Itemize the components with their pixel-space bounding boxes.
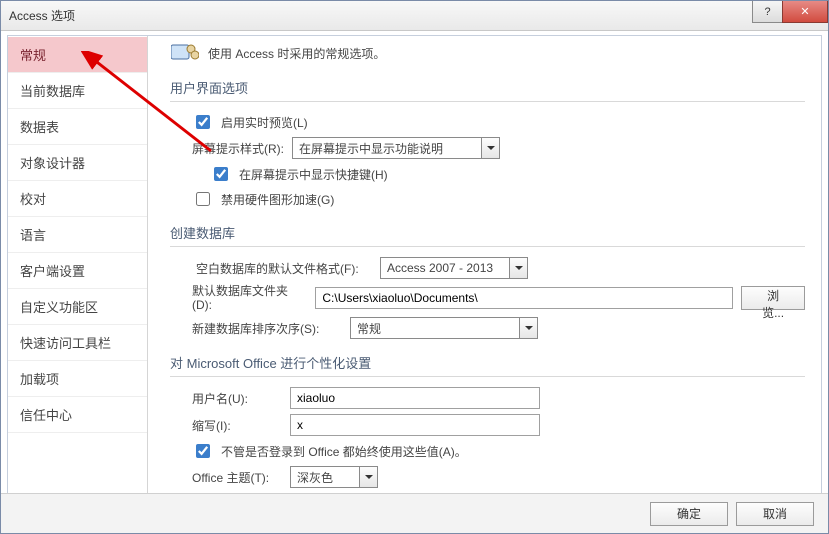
page-description: 使用 Access 时采用的常规选项。 — [208, 45, 385, 62]
show-shortcut-checkbox[interactable] — [214, 167, 228, 181]
help-button[interactable]: ? — [752, 1, 782, 23]
row-default-folder: 默认数据库文件夹(D): 浏览... — [192, 284, 805, 312]
sidebar-item-label: 常规 — [20, 48, 46, 63]
sidebar-item-label: 语言 — [20, 228, 46, 243]
close-button[interactable]: ✕ — [782, 1, 828, 23]
sidebar-item-label: 对象设计器 — [20, 156, 85, 171]
initials-input[interactable] — [290, 414, 540, 436]
row-show-shortcut: 在屏幕提示中显示快捷键(H) — [210, 164, 805, 184]
access-options-window: Access 选项 ? ✕ 常规 当前数据库 数据表 对象设计器 校对 语言 客… — [0, 0, 829, 534]
sidebar: 常规 当前数据库 数据表 对象设计器 校对 语言 客户端设置 自定义功能区 快速… — [8, 36, 148, 496]
cancel-button[interactable]: 取消 — [736, 502, 814, 526]
always-use-label: 不管是否登录到 Office 都始终使用这些值(A)。 — [221, 443, 467, 460]
sidebar-item-label: 加载项 — [20, 372, 59, 387]
sort-order-value: 常规 — [350, 317, 520, 339]
row-disable-hw-gfx: 禁用硬件图形加速(G) — [192, 189, 805, 209]
close-icon: ✕ — [800, 5, 809, 18]
office-theme-select[interactable]: 深灰色 — [290, 466, 378, 488]
row-office-theme: Office 主题(T): 深灰色 — [192, 466, 805, 488]
row-sort-order: 新建数据库排序次序(S): 常规 — [192, 317, 805, 339]
row-default-format: 空白数据库的默认文件格式(F): Access 2007 - 2013 — [192, 257, 805, 279]
sidebar-item-datasheet[interactable]: 数据表 — [8, 109, 147, 145]
page-icon — [170, 42, 200, 64]
content-pane: 使用 Access 时采用的常规选项。 用户界面选项 启用实时预览(L) 屏幕提… — [148, 36, 821, 496]
disable-hw-gfx-checkbox[interactable] — [196, 192, 210, 206]
help-icon: ? — [764, 6, 770, 18]
chevron-down-icon — [520, 317, 538, 339]
browse-button[interactable]: 浏览... — [741, 286, 805, 310]
sidebar-item-label: 信任中心 — [20, 408, 72, 423]
section-title-createdb: 创建数据库 — [170, 223, 805, 242]
row-initials: 缩写(I): — [192, 414, 805, 436]
sidebar-item-label: 数据表 — [20, 120, 59, 135]
window-title: Access 选项 — [9, 7, 75, 24]
default-format-select[interactable]: Access 2007 - 2013 — [380, 257, 528, 279]
row-screen-tip-style: 屏幕提示样式(R): 在屏幕提示中显示功能说明 — [192, 137, 805, 159]
sidebar-item-addins[interactable]: 加载项 — [8, 361, 147, 397]
section-title-personalize: 对 Microsoft Office 进行个性化设置 — [170, 353, 805, 372]
always-use-checkbox[interactable] — [196, 444, 210, 458]
sidebar-item-label: 当前数据库 — [20, 84, 85, 99]
sidebar-item-trust-center[interactable]: 信任中心 — [8, 397, 147, 433]
chevron-down-icon — [510, 257, 528, 279]
default-folder-input[interactable] — [315, 287, 733, 309]
divider — [170, 101, 805, 102]
sidebar-item-general[interactable]: 常规 — [8, 37, 147, 73]
dialog-footer: 确定 取消 — [1, 493, 828, 533]
row-always-use: 不管是否登录到 Office 都始终使用这些值(A)。 — [192, 441, 805, 461]
sidebar-item-label: 客户端设置 — [20, 264, 85, 279]
sidebar-item-client-settings[interactable]: 客户端设置 — [8, 253, 147, 289]
username-label: 用户名(U): — [192, 390, 282, 407]
initials-label: 缩写(I): — [192, 417, 282, 434]
ok-button[interactable]: 确定 — [650, 502, 728, 526]
sort-order-select[interactable]: 常规 — [350, 317, 538, 339]
office-theme-value: 深灰色 — [290, 466, 360, 488]
screen-tip-style-select[interactable]: 在屏幕提示中显示功能说明 — [292, 137, 500, 159]
default-format-label: 空白数据库的默认文件格式(F): — [192, 260, 372, 277]
divider — [170, 246, 805, 247]
sidebar-item-label: 快速访问工具栏 — [20, 336, 111, 351]
sidebar-item-current-db[interactable]: 当前数据库 — [8, 73, 147, 109]
sidebar-item-object-designer[interactable]: 对象设计器 — [8, 145, 147, 181]
row-realtime-preview: 启用实时预览(L) — [192, 112, 805, 132]
sidebar-item-label: 自定义功能区 — [20, 300, 98, 315]
divider — [170, 376, 805, 377]
window-buttons: ? ✕ — [752, 1, 828, 23]
sidebar-item-quick-access[interactable]: 快速访问工具栏 — [8, 325, 147, 361]
sidebar-item-language[interactable]: 语言 — [8, 217, 147, 253]
sidebar-item-proofing[interactable]: 校对 — [8, 181, 147, 217]
sidebar-item-custom-ribbon[interactable]: 自定义功能区 — [8, 289, 147, 325]
office-theme-label: Office 主题(T): — [192, 469, 282, 486]
chevron-down-icon — [360, 466, 378, 488]
dialog-body: 常规 当前数据库 数据表 对象设计器 校对 语言 客户端设置 自定义功能区 快速… — [7, 35, 822, 497]
realtime-preview-label: 启用实时预览(L) — [221, 114, 308, 131]
default-format-value: Access 2007 - 2013 — [380, 257, 510, 279]
chevron-down-icon — [482, 137, 500, 159]
section-title-ui: 用户界面选项 — [170, 78, 805, 97]
screen-tip-style-label: 屏幕提示样式(R): — [192, 140, 284, 157]
sidebar-item-label: 校对 — [20, 192, 46, 207]
realtime-preview-checkbox[interactable] — [196, 115, 210, 129]
disable-hw-gfx-label: 禁用硬件图形加速(G) — [221, 191, 334, 208]
username-input[interactable] — [290, 387, 540, 409]
sort-order-label: 新建数据库排序次序(S): — [192, 320, 342, 337]
page-description-row: 使用 Access 时采用的常规选项。 — [170, 42, 805, 64]
show-shortcut-label: 在屏幕提示中显示快捷键(H) — [239, 166, 388, 183]
screen-tip-style-value: 在屏幕提示中显示功能说明 — [292, 137, 482, 159]
row-username: 用户名(U): — [192, 387, 805, 409]
titlebar: Access 选项 ? ✕ — [1, 1, 828, 31]
default-folder-label: 默认数据库文件夹(D): — [192, 284, 307, 312]
